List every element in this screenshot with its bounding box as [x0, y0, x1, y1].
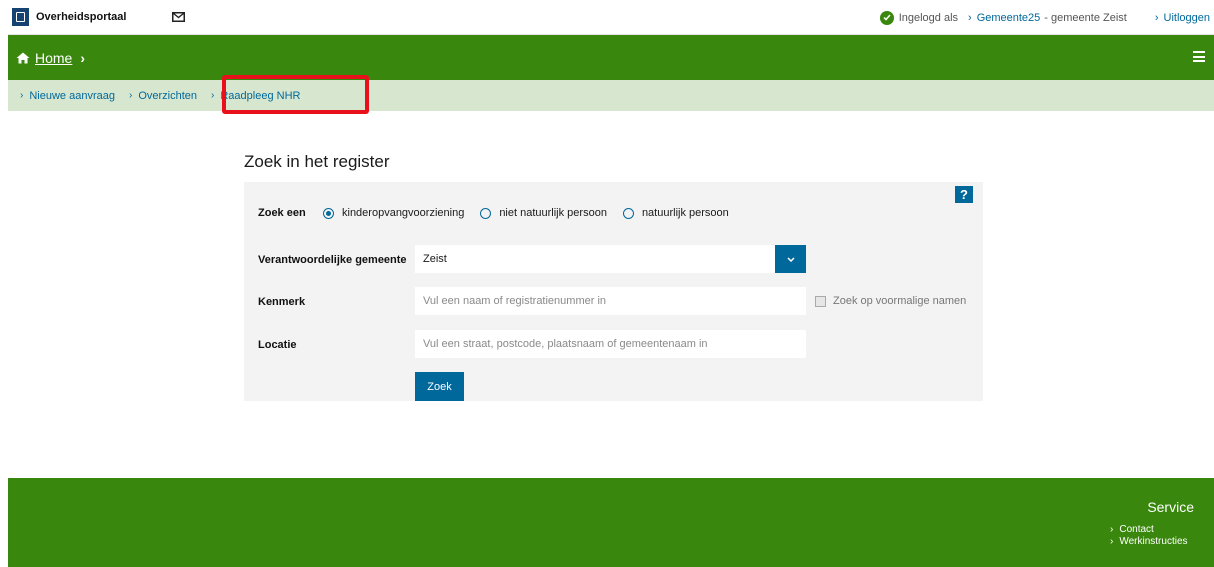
location-field-label: Locatie [258, 339, 297, 351]
chevron-right-icon: › [1110, 536, 1114, 547]
subnav-item-overzichten[interactable]: › Overzichten [129, 90, 197, 102]
portal-name: Overheidsportaal [36, 11, 127, 23]
logout-link[interactable]: › Uitloggen [1155, 12, 1210, 24]
chevron-right-icon: › [1154, 11, 1159, 24]
footer-links: › Contact › Werkinstructies [1110, 524, 1188, 548]
mail-icon[interactable] [172, 12, 186, 22]
chevron-right-icon: › [20, 90, 24, 101]
search-type-radio-group: kinderopvangvoorziening niet natuurlijk … [323, 207, 745, 219]
home-icon [16, 52, 30, 63]
user-status: Ingelogd als › Gemeente25 - gemeente Zeis… [879, 0, 1214, 35]
top-bar: Overheidsportaal Ingelogd als › Gemeente2… [8, 0, 1214, 35]
radio-niet-natuurlijk-persoon[interactable]: niet natuurlijk persoon [480, 207, 607, 219]
main-nav: Home › [8, 35, 1214, 80]
chevron-right-icon: › [80, 49, 86, 66]
footer-title: Service [1147, 499, 1194, 515]
kenmerk-input[interactable]: Vul een naam of registratienummer in [415, 287, 806, 315]
home-link[interactable]: Home › [16, 50, 85, 66]
radio-kinderopvangvoorziening[interactable]: kinderopvangvoorziening [323, 207, 464, 219]
hamburger-menu-icon[interactable] [1193, 51, 1205, 62]
municipality-field-label: Verantwoordelijke gemeente [258, 254, 407, 266]
search-button[interactable]: Zoek [415, 372, 464, 401]
radio-unselected-icon [622, 207, 634, 219]
search-type-label: Zoek een [258, 207, 306, 219]
highlight-annotation [222, 75, 369, 114]
footer: Service › Contact › Werkinstructies [8, 478, 1214, 567]
chevron-right-icon: › [128, 90, 133, 101]
help-button[interactable]: ? [955, 186, 973, 203]
municipality-label: - gemeente Zeist [1044, 11, 1127, 24]
dropdown-toggle-button[interactable] [775, 245, 806, 273]
footer-link-contact[interactable]: › Contact [1110, 524, 1188, 536]
sub-nav: › Nieuwe aanvraag › Overzichten › Raadpleeg… [8, 80, 1214, 111]
footer-link-werkinstructies[interactable]: › Werkinstructies [1110, 536, 1188, 548]
radio-unselected-icon [480, 207, 492, 219]
chevron-right-icon: › [1110, 524, 1114, 535]
former-names-checkbox[interactable]: Zoek op voormalige namen [815, 295, 966, 307]
checkbox-icon [815, 295, 826, 307]
chevron-right-icon: › [968, 11, 972, 24]
search-form: ? Zoek een kinderopvangvoorziening niet … [244, 182, 983, 401]
subnav-item-nieuwe-aanvraag[interactable]: › Nieuwe aanvraag [20, 90, 115, 102]
user-link[interactable]: › Gemeente25 [968, 12, 1040, 24]
chevron-right-icon: › [211, 90, 215, 101]
radio-natuurlijk-persoon[interactable]: natuurlijk persoon [622, 207, 729, 219]
kenmerk-field-label: Kenmerk [258, 296, 306, 308]
check-circle-icon [879, 10, 894, 25]
page-title: Zoek in het register [244, 152, 390, 171]
chevron-down-icon [786, 256, 795, 262]
government-logo [12, 8, 29, 26]
municipality-select[interactable]: Zeist [415, 245, 806, 273]
radio-selected-icon [323, 207, 334, 219]
logged-in-label: Ingelogd als [898, 11, 959, 24]
location-input[interactable]: Vul een straat, postcode, plaatsnaam of … [415, 330, 806, 358]
